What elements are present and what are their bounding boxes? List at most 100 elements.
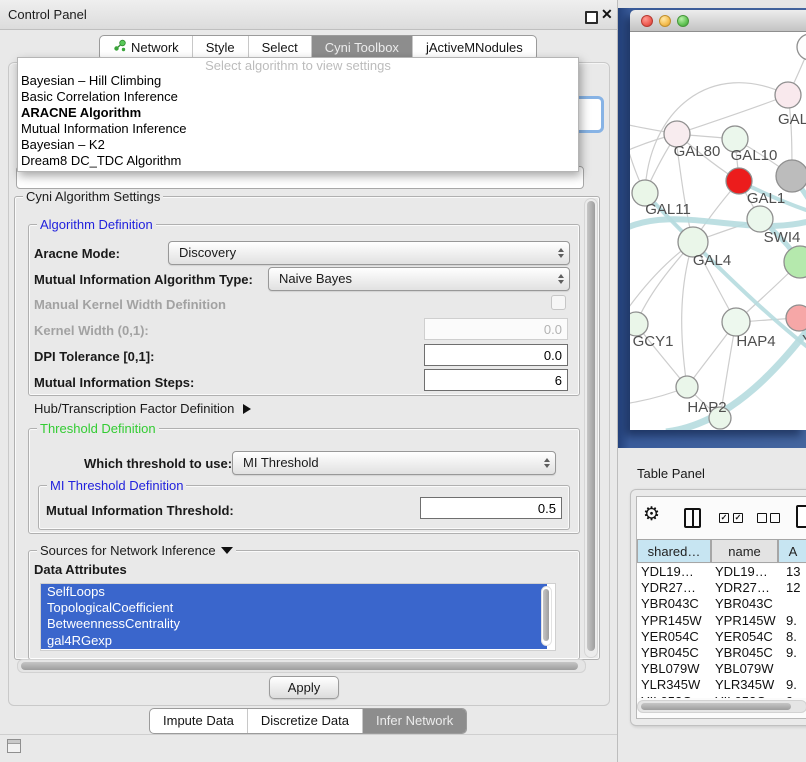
mi-type-combobox[interactable]: Naive Bayes	[268, 267, 570, 291]
network-node[interactable]	[797, 34, 806, 60]
node-label-gal80: GAL80	[674, 143, 721, 160]
sources-title-row[interactable]: Sources for Network Inference	[37, 543, 236, 558]
node-label-hap2: HAP2	[687, 399, 726, 416]
threshold-definition-title: Threshold Definition	[37, 421, 159, 436]
mi-steps-label: Mutual Information Steps:	[34, 375, 194, 390]
float-icon[interactable]	[585, 11, 598, 24]
table-row[interactable]: YLR345WYLR345W9.	[637, 677, 806, 693]
table-cell: YLR345W	[637, 677, 711, 693]
manual-kernel-label: Manual Kernel Width Definition	[34, 297, 226, 312]
table-cell: YBL079W	[711, 661, 778, 677]
mi-threshold-label: Mutual Information Threshold:	[46, 503, 234, 518]
tab-discretize-data[interactable]: Discretize Data	[247, 709, 362, 733]
control-panel-bottom-edge	[0, 734, 618, 735]
attributes-list-scrollbar[interactable]	[541, 586, 552, 646]
aracne-mode-label: Aracne Mode:	[34, 246, 120, 261]
aracne-mode-combobox[interactable]: Discovery	[168, 241, 570, 265]
table-row[interactable]: YPR145WYPR145W9.	[637, 613, 806, 629]
mi-threshold-field[interactable]	[420, 497, 562, 519]
network-node-hap4[interactable]	[722, 308, 750, 336]
algorithm-option-mutual-information-inference[interactable]: Mutual Information Inference	[18, 121, 578, 137]
table-cell: 9.	[778, 645, 806, 661]
settings-vertical-scrollbar[interactable]	[584, 198, 598, 658]
panel-dock-icon[interactable]	[7, 739, 21, 753]
node-label-gal10: GAL10	[731, 147, 778, 164]
table-horizontal-scrollbar[interactable]	[637, 700, 806, 713]
checked-checkbox-icon[interactable]: ✓	[733, 513, 743, 523]
manual-kernel-checkbox[interactable]	[551, 295, 566, 310]
tab-discretize-data-label: Discretize Data	[261, 709, 349, 733]
zoom-traffic-light-icon[interactable]	[677, 15, 689, 27]
columns-icon[interactable]	[684, 508, 701, 528]
table-cell: YLR345W	[711, 677, 778, 693]
tab-infer-network[interactable]: Infer Network	[362, 709, 466, 733]
algorithm-definition-title: Algorithm Definition	[37, 217, 156, 232]
network-node-gal[interactable]	[775, 82, 801, 108]
table-row[interactable]: YIL052CYIL052C9.	[637, 694, 806, 699]
network-node-hap2[interactable]	[676, 376, 698, 398]
algorithm-dropdown: Select algorithm to view settings Bayesi…	[17, 57, 579, 172]
mi-type-label: Mutual Information Algorithm Type:	[34, 272, 253, 287]
table-row[interactable]: YER054CYER054C8.	[637, 629, 806, 645]
table-row[interactable]: YBR043CYBR043C	[637, 596, 806, 612]
network-node[interactable]	[776, 160, 806, 192]
tab-impute-data[interactable]: Impute Data	[150, 709, 247, 733]
table-cell: YPR145W	[637, 613, 711, 629]
table-cell: YBR043C	[711, 596, 778, 612]
dpi-tolerance-field[interactable]	[424, 344, 568, 366]
network-window-titlebar[interactable]	[630, 10, 806, 32]
close-icon[interactable]: ✕	[601, 6, 613, 23]
file-icon[interactable]	[796, 505, 806, 528]
attribute-item-topologicalcoefficient[interactable]: TopologicalCoefficient	[41, 600, 547, 616]
table-row[interactable]: YBL079WYBL079W	[637, 661, 806, 677]
kernel-width-field[interactable]	[424, 318, 568, 340]
table-cell: YIL052C	[637, 694, 711, 699]
table-row[interactable]: YBR045CYBR045C9.	[637, 645, 806, 661]
table-row[interactable]: YDR27…YDR27…12	[637, 580, 806, 596]
network-node-y[interactable]	[786, 305, 806, 331]
cyni-bottom-tabbar: Impute Data Discretize Data Infer Network	[149, 708, 467, 734]
algorithm-option-bayesian-hill-climbing[interactable]: Bayesian – Hill Climbing	[18, 73, 578, 89]
column-header-shared[interactable]: shared…	[637, 539, 711, 563]
screen: Control Panel ✕ NetworkStyleSelectCyni T…	[0, 0, 806, 762]
attribute-item-betweennesscentrality[interactable]: BetweennessCentrality	[41, 616, 547, 632]
algorithm-option-dream8-dc-tdc-algorithm[interactable]: Dream8 DC_TDC Algorithm	[18, 153, 578, 169]
control-panel-title: Control Panel	[8, 7, 87, 22]
apply-button[interactable]: Apply	[269, 676, 339, 699]
table-cell: YDL19…	[711, 564, 778, 580]
close-traffic-light-icon[interactable]	[641, 15, 653, 27]
column-header-name[interactable]: name	[711, 539, 778, 563]
table-cell: YIL052C	[711, 694, 778, 699]
tab-infer-network-label: Infer Network	[376, 709, 453, 733]
data-attributes-list: SelfLoopsTopologicalCoefficientBetweenne…	[40, 583, 556, 651]
algorithm-option-aracne-algorithm[interactable]: ARACNE Algorithm	[18, 105, 578, 121]
checked-checkbox-icon[interactable]: ✓	[719, 513, 729, 523]
minimize-traffic-light-icon[interactable]	[659, 15, 671, 27]
node-label-gcy1: GCY1	[633, 333, 674, 350]
table-cell: 13	[778, 564, 806, 580]
network-canvas[interactable]: GALGAL80GAL10GAL1GAL11SWI4GAL4GCY1HAP4YH…	[630, 32, 806, 430]
settings-horizontal-scrollbar[interactable]	[17, 659, 586, 673]
hub-definition-toggle[interactable]: Hub/Transcription Factor Definition	[34, 401, 251, 416]
node-label-hap4: HAP4	[736, 333, 775, 350]
algorithm-option-basic-correlation-inference[interactable]: Basic Correlation Inference	[18, 89, 578, 105]
unchecked-checkbox-icon[interactable]	[770, 513, 780, 523]
table-cell: 9.	[778, 677, 806, 693]
network-node[interactable]	[784, 246, 806, 278]
which-threshold-combobox[interactable]: MI Threshold	[232, 451, 556, 475]
sources-title: Sources for Network Inference	[40, 543, 216, 558]
aracne-mode-value: Discovery	[179, 245, 236, 260]
table-cell: YDL19…	[637, 564, 711, 580]
table-row[interactable]: YDL19…YDL19…13	[637, 564, 806, 580]
attribute-item-gal4rgexp[interactable]: gal4RGexp	[41, 633, 547, 649]
attribute-item-selfloops[interactable]: SelfLoops	[41, 584, 547, 600]
mi-steps-field[interactable]	[424, 369, 568, 391]
node-label-gal1: GAL1	[747, 190, 785, 207]
gear-icon[interactable]: ⚙	[643, 505, 660, 524]
table-cell: 8.	[778, 629, 806, 645]
unchecked-checkbox-icon[interactable]	[757, 513, 767, 523]
algorithm-option-bayesian-k2[interactable]: Bayesian – K2	[18, 137, 578, 153]
combobox-stepper-icon	[558, 268, 564, 290]
combobox-stepper-icon	[558, 242, 564, 264]
column-header-a[interactable]: A	[778, 539, 806, 563]
